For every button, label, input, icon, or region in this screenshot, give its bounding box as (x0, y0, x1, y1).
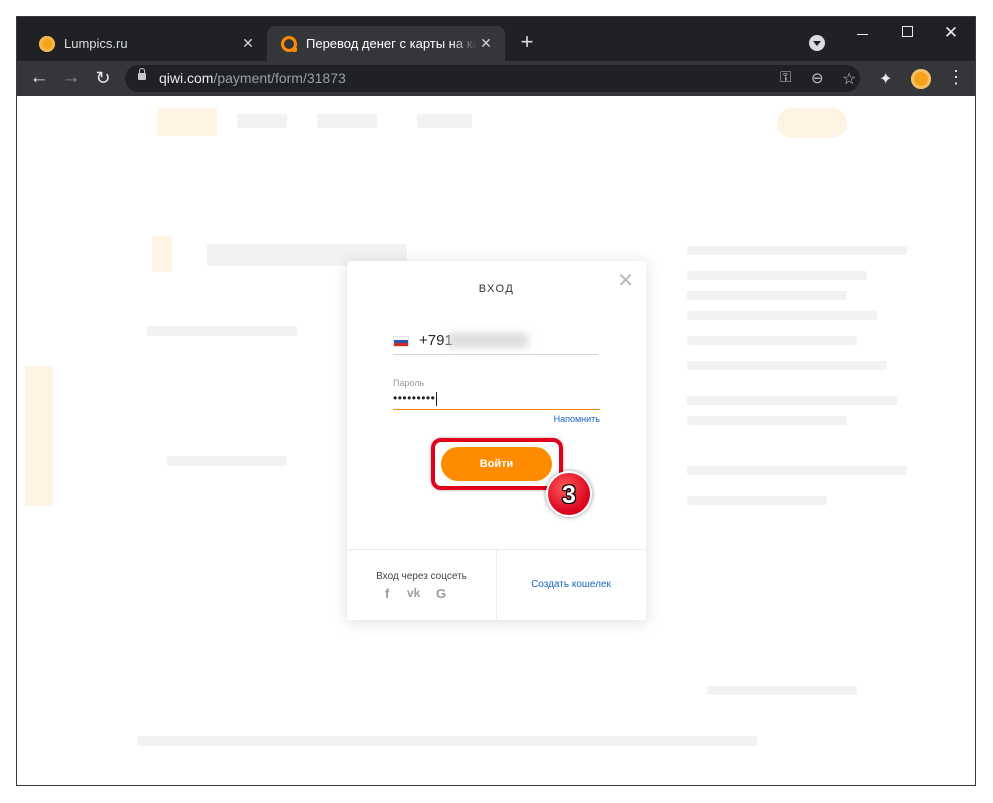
tab-close-icon[interactable]: ✕ (239, 35, 257, 52)
background-icon (152, 236, 172, 272)
tab-qiwi[interactable]: Перевод денег с карты на карту ✕ (267, 26, 505, 61)
background-text (687, 416, 847, 425)
address-bar[interactable]: qiwi.com/payment/form/31873 ⚿ ⊖ ☆ (125, 65, 860, 92)
background-logo (157, 108, 217, 136)
google-icon[interactable]: G (436, 586, 446, 601)
russia-flag-icon[interactable] (393, 336, 409, 347)
password-label: Пароль (393, 378, 425, 388)
background-text (687, 311, 877, 320)
background-side-banner (25, 366, 53, 506)
tab-close-icon[interactable]: ✕ (477, 35, 495, 52)
profile-avatar[interactable] (911, 69, 931, 89)
facebook-icon[interactable]: f (385, 586, 389, 601)
vk-icon[interactable]: vk (407, 586, 420, 600)
browser-toolbar: ← → ↻ qiwi.com/payment/form/31873 ⚿ ⊖ ☆ … (17, 61, 975, 96)
background-text (687, 291, 847, 300)
key-icon[interactable]: ⚿ (780, 69, 791, 86)
modal-title: ВХОД (478, 283, 515, 295)
create-wallet-link[interactable]: Создать кошелек (496, 579, 646, 590)
tab-title: Перевод денег с карты на карту (306, 36, 477, 51)
password-input[interactable]: ••••••••• (393, 391, 438, 406)
background-nav-item (317, 114, 377, 128)
password-value: ••••••••• (393, 391, 436, 405)
background-button (777, 108, 847, 138)
tab-lumpics[interactable]: Lumpics.ru ✕ (25, 26, 267, 61)
tab-search-icon[interactable] (809, 35, 825, 51)
qiwi-favicon-icon (281, 35, 297, 52)
minimize-button[interactable] (843, 23, 883, 43)
background-text (687, 396, 897, 405)
step-badge: 3 (546, 471, 592, 517)
url-host: qiwi.com (159, 70, 214, 86)
forward-button[interactable]: → (59, 67, 83, 91)
login-button[interactable]: Войти (441, 447, 552, 481)
background-nav-item (237, 114, 287, 128)
remind-password-link[interactable]: Напомнить (554, 414, 600, 424)
new-tab-button[interactable]: + (515, 31, 539, 55)
background-text (687, 246, 907, 255)
background-text (707, 686, 857, 695)
lock-icon[interactable] (138, 68, 146, 80)
text-caret (436, 391, 438, 406)
background-text (687, 496, 827, 505)
browser-window: Lumpics.ru ✕ Перевод денег с карты на ка… (16, 16, 976, 786)
browser-menu-icon[interactable]: ⋮ (947, 67, 965, 88)
back-button[interactable]: ← (27, 67, 51, 91)
bookmark-star-icon[interactable]: ☆ (842, 69, 856, 89)
phone-blur-mask (448, 333, 528, 348)
background-text (687, 336, 857, 345)
tab-strip: Lumpics.ru ✕ Перевод денег с карты на ка… (17, 17, 975, 61)
maximize-button[interactable] (887, 23, 927, 43)
background-nav-item (417, 114, 472, 128)
background-footer (137, 736, 757, 746)
background-text (687, 271, 867, 280)
url-path: /payment/form/31873 (213, 70, 346, 86)
background-text (687, 466, 907, 475)
social-login-label: Вход через соцсеть (376, 571, 467, 582)
extensions-icon[interactable]: ✦ (879, 69, 892, 89)
close-window-button[interactable]: ✕ (931, 23, 971, 43)
login-modal: ✕ ВХОД +791 Пароль ••••••••• Напомнить В… (347, 261, 646, 620)
reload-button[interactable]: ↻ (91, 67, 115, 91)
page-content: ✕ ВХОД +791 Пароль ••••••••• Напомнить В… (17, 96, 975, 785)
background-text (147, 326, 297, 336)
tab-title: Lumpics.ru (64, 36, 128, 51)
password-underline (393, 409, 600, 410)
phone-underline (393, 354, 598, 355)
background-text (687, 361, 887, 370)
background-text (167, 456, 287, 466)
zoom-icon[interactable]: ⊖ (811, 69, 824, 87)
url-text[interactable]: qiwi.com/payment/form/31873 (159, 70, 346, 86)
lumpics-favicon-icon (39, 35, 55, 52)
